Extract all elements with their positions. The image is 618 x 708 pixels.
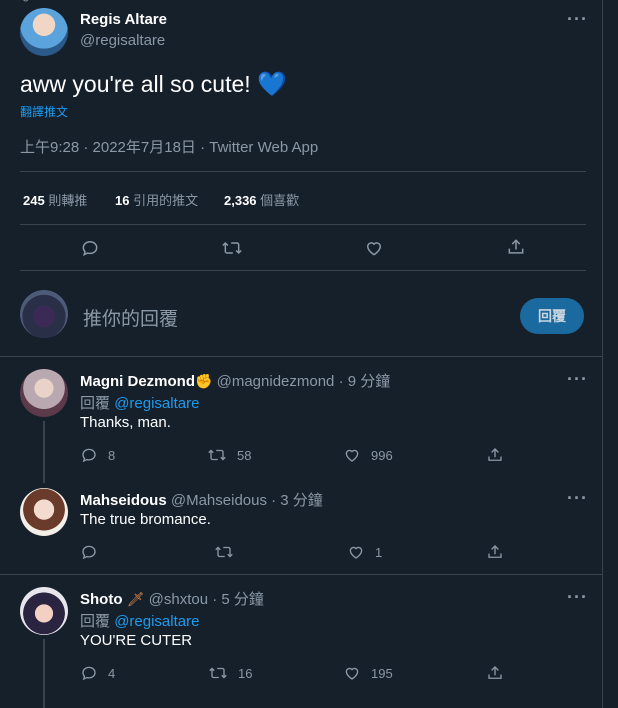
share-icon [488, 666, 502, 679]
display-name[interactable]: Mahseidous [80, 492, 167, 509]
tweet-text: aww you're all so cute! 💙 [20, 71, 287, 98]
handle-time[interactable]: @shxtou · 5 分鐘 [149, 591, 264, 608]
replying-to: 回覆 @regisaltare [80, 613, 200, 630]
reply-header: Shoto 🗡 @shxtou · 5 分鐘 [80, 588, 264, 609]
display-name[interactable]: Regis Altare [80, 11, 167, 28]
stat-likes[interactable]: 2,336 個喜歡 [224, 190, 299, 209]
reply-text: YOU'RE CUTER [80, 632, 193, 649]
divider [20, 171, 586, 172]
retweet-context-fragment: ⟲ [20, 0, 29, 5]
divider [20, 270, 586, 271]
more-options-icon[interactable]: ··· [567, 588, 588, 606]
reply-button[interactable]: 回覆 [520, 298, 584, 334]
divider [20, 224, 586, 225]
reply-to-link[interactable]: @regisaltare [114, 395, 199, 412]
reply-header: Magni Dezmond✊ @magnidezmond · 9 分鐘 [80, 370, 390, 391]
like-action[interactable]: 195 [343, 664, 393, 682]
more-options-icon[interactable]: ··· [567, 370, 588, 388]
retweet-action[interactable]: 58 [207, 446, 251, 464]
stat-retweets[interactable]: 245 則轉推 [23, 190, 87, 209]
avatar-mahseidous[interactable] [20, 488, 68, 536]
retweet-icon [208, 449, 226, 461]
more-options-icon[interactable]: ··· [567, 10, 588, 28]
reply-to-link[interactable]: @regisaltare [114, 613, 199, 630]
share-icon [488, 545, 502, 558]
stat-quote-tweets[interactable]: 16 引用的推文 [115, 190, 198, 209]
section-divider [0, 356, 602, 357]
blue-heart-emoji: 💙 [257, 71, 287, 98]
retweet-action[interactable]: 16 [208, 664, 252, 682]
retweet-action[interactable] [214, 543, 244, 561]
reply-text: Thanks, man. [80, 414, 171, 431]
reply-icon[interactable] [80, 238, 100, 258]
tweet-timestamp[interactable]: 上午9:28 · 2022年7月18日 · Twitter Web App [20, 136, 318, 157]
retweet-icon[interactable] [221, 238, 243, 258]
display-name[interactable]: Magni Dezmond [80, 373, 195, 390]
share-action[interactable] [486, 543, 504, 561]
share-icon [488, 448, 502, 461]
thread-line [43, 639, 45, 708]
like-icon[interactable] [364, 238, 384, 258]
reply-icon [82, 666, 96, 681]
like-count: 996 [371, 447, 393, 463]
reply-header: Mahseidous @Mahseidous · 3 分鐘 [80, 489, 323, 510]
reply-count: 4 [108, 665, 116, 681]
retweet-icon [215, 546, 233, 558]
thread-line [43, 421, 45, 483]
avatar-magni[interactable] [20, 369, 68, 417]
like-count: 195 [371, 665, 393, 681]
section-divider [0, 574, 602, 575]
like-icon [345, 667, 359, 680]
dagger-emoji: 🗡 [126, 591, 145, 607]
reply-action[interactable] [80, 543, 108, 561]
reply-text: The true bromance. [80, 511, 211, 528]
reply-action[interactable]: 8 [80, 446, 115, 464]
reply-icon [82, 545, 96, 560]
reply-button-label: 回覆 [538, 308, 566, 324]
avatar-shoto[interactable] [20, 587, 68, 635]
like-icon [349, 546, 363, 559]
share-icon[interactable] [506, 237, 526, 257]
reply-icon [82, 448, 96, 463]
retweet-icon [209, 667, 227, 679]
like-action[interactable]: 996 [343, 446, 393, 464]
reply-count: 8 [108, 447, 116, 463]
avatar-regis[interactable] [20, 8, 68, 56]
display-name[interactable]: Shoto [80, 591, 123, 608]
tweet-thread-column: ⟲ Regis Altare @regisaltare ··· aww you'… [0, 0, 603, 708]
share-action[interactable] [486, 664, 504, 682]
handle-time[interactable]: @magnidezmond · 9 分鐘 [217, 373, 391, 390]
handle-time[interactable]: @Mahseidous · 3 分鐘 [171, 492, 323, 509]
retweet-count: 16 [238, 665, 253, 681]
like-icon [345, 449, 359, 462]
like-action[interactable]: 1 [347, 543, 382, 561]
share-action[interactable] [486, 446, 504, 464]
handle[interactable]: @regisaltare [80, 32, 165, 49]
retweet-count: 58 [237, 447, 252, 463]
like-count: 1 [375, 544, 383, 560]
reply-action[interactable]: 4 [80, 664, 115, 682]
replying-to: 回覆 @regisaltare [80, 395, 200, 412]
translate-link[interactable]: 翻譯推文 [20, 103, 68, 120]
more-options-icon[interactable]: ··· [567, 489, 588, 507]
reply-input[interactable]: 推你的回覆 [83, 304, 178, 331]
avatar-current-user[interactable] [20, 290, 68, 338]
fist-emoji: ✊ [195, 373, 213, 389]
